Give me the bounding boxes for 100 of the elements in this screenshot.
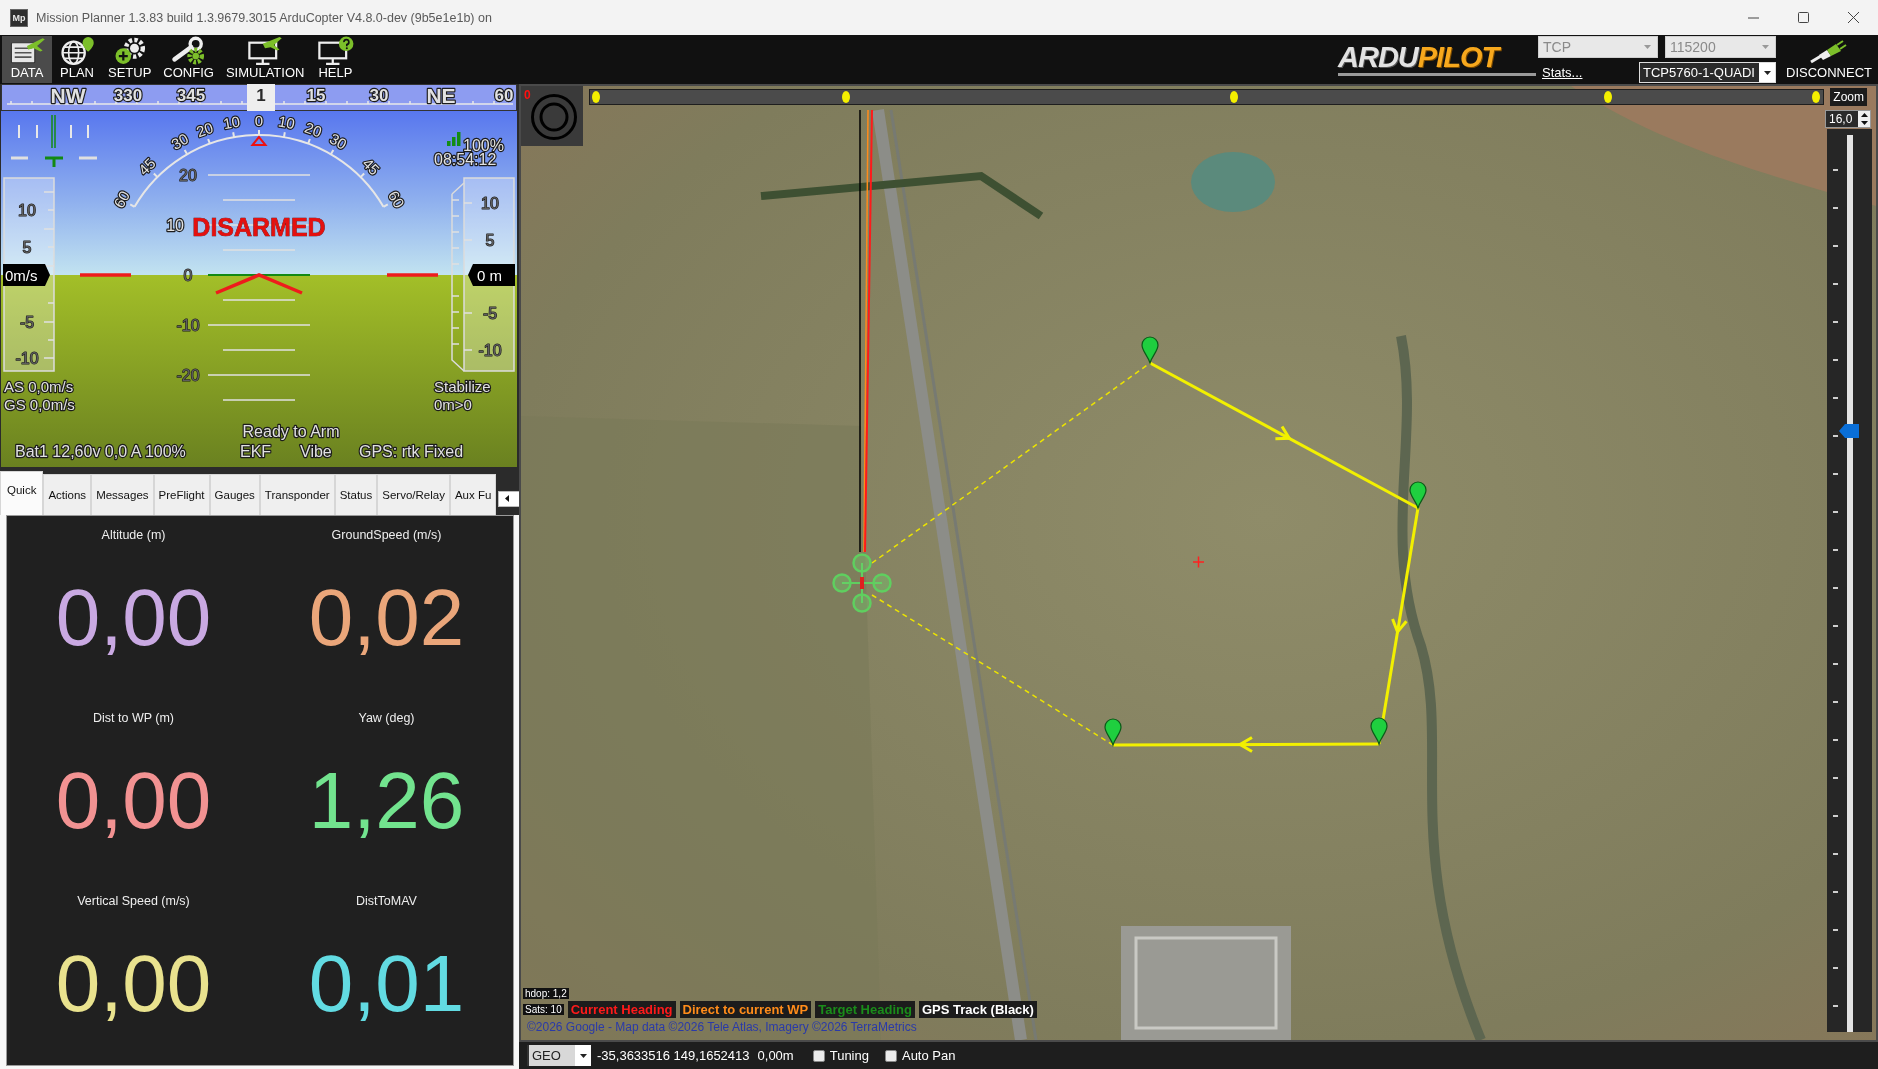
panel-tab[interactable]: Aux Fu — [449, 474, 497, 515]
checkbox[interactable] — [812, 1049, 825, 1062]
document-plane-icon — [8, 36, 46, 65]
panel-tab[interactable]: Actions — [43, 474, 92, 515]
satellites-label: Sats: 10 — [523, 1004, 564, 1015]
heading-label: NW — [50, 84, 86, 107]
checkbox-label: Auto Pan — [901, 1048, 956, 1063]
arm-status: Ready to Arm — [242, 423, 340, 440]
roll-scale-label: 30 — [326, 129, 350, 153]
maximize-icon — [1797, 12, 1809, 23]
hdop-label: hdop: 1,2 — [523, 988, 569, 999]
pitch-label: -10 — [176, 317, 200, 334]
metric-value: 0,00 — [55, 578, 212, 658]
close-icon — [1847, 12, 1859, 23]
speed-tape-label: -10 — [15, 350, 39, 367]
airspeed-text: AS 0,0m/s — [4, 378, 74, 395]
roll-scale-label: 60 — [384, 187, 408, 211]
down-arrow-icon[interactable] — [1860, 121, 1868, 125]
timeline-marker-icon — [842, 91, 851, 103]
tick-scale-icon — [9, 114, 99, 169]
zoom-label: Zoom — [1830, 88, 1867, 106]
panel-tab[interactable]: Transponder — [259, 474, 335, 515]
heading-label: 60 — [494, 86, 514, 105]
altitude-tape-label: -5 — [482, 305, 498, 322]
slider-thumb[interactable] — [1839, 424, 1859, 438]
zoom-spinbox[interactable]: 16,0 — [1825, 110, 1871, 128]
speed-tape-label: 10 — [18, 202, 36, 219]
plug-icon — [1809, 40, 1849, 64]
logo-wordmark: ARDUPILOT — [1338, 43, 1536, 76]
waypoint-pin-icon — [1141, 336, 1159, 364]
metric-label: Altitude (m) — [101, 528, 166, 542]
timeline-marker-icon — [1229, 91, 1238, 103]
panel-tab[interactable]: Status — [334, 474, 378, 515]
legend-label: Current Heading — [570, 1003, 673, 1016]
panel-tab[interactable]: Messages — [91, 474, 154, 515]
up-arrow-icon[interactable] — [1860, 113, 1868, 117]
timeline-marker-icon — [1604, 91, 1613, 103]
roll-scale-label: 45 — [134, 154, 159, 179]
checkbox[interactable] — [884, 1049, 897, 1062]
panel-tab[interactable]: Quick — [0, 471, 44, 515]
flight-mode: Stabilize — [434, 378, 491, 395]
groundspeed-text: GS 0,0m/s — [4, 396, 75, 413]
port-dropdown[interactable]: TCP5760-1-QUADI — [1639, 62, 1776, 83]
waypoint-info: 0m>0 — [434, 396, 472, 413]
airspeed-readout: 0m/s — [3, 264, 50, 286]
metric-value: 0,02 — [308, 578, 465, 658]
roll-scale-label: 0 — [254, 111, 264, 129]
status-indicator: EKF — [240, 443, 272, 460]
menu-button[interactable]: PLAN — [52, 36, 102, 83]
horizon-marker — [80, 273, 131, 277]
roll-scale-label: 20 — [302, 118, 325, 141]
signal-bars-icon — [447, 132, 461, 146]
coordinate-system-dropdown[interactable]: GEO — [527, 1045, 591, 1066]
heading-label: 15 — [306, 86, 326, 105]
checkbox-label: Tuning — [829, 1048, 869, 1063]
legend-label: Direct to current WP — [682, 1003, 809, 1016]
metric-value: 0,01 — [308, 944, 465, 1024]
mission-timeline[interactable] — [589, 89, 1824, 105]
app-logo: Mp — [10, 8, 28, 27]
altitude-tape-label: -10 — [478, 342, 502, 359]
cursor-altitude: 0,00m — [757, 1048, 794, 1063]
panel-tab[interactable]: Servo/Relay — [377, 474, 450, 515]
roll-scale-label: 45 — [359, 154, 384, 179]
heading-label: 30 — [369, 86, 389, 105]
metric-label: Dist to WP (m) — [93, 711, 174, 725]
legend-label: GPS Track (Black) — [921, 1003, 1034, 1016]
window-title: Mission Planner 1.3.83 build 1.3.9679.3015 ArduCopter V4.8.0-dev (9b5e1e1b) on — [36, 10, 493, 25]
menu-button[interactable]: HELP — [310, 36, 361, 83]
menu-button[interactable]: CONFIG — [157, 36, 220, 83]
horizon-marker — [387, 273, 438, 277]
status-indicator: Vibe — [300, 443, 332, 460]
panel-tab[interactable]: Gauges — [209, 474, 260, 515]
cursor-coordinates: -35,3633516 149,1652413 — [597, 1048, 750, 1063]
timeline-marker-icon — [592, 91, 601, 103]
menu-button[interactable]: SETUP — [102, 36, 158, 83]
menu-button[interactable]: DATA — [2, 36, 52, 83]
minimize-icon — [1747, 16, 1759, 19]
dropdown-arrow-icon — [1762, 45, 1769, 49]
metric-value: 1,26 — [308, 761, 465, 841]
roll-scale-label: 60 — [110, 187, 134, 211]
crosshair-icon — [1192, 555, 1205, 569]
disconnect-button[interactable]: DISCONNECT — [1784, 35, 1874, 84]
waypoint-pin-icon — [1370, 717, 1388, 745]
altitude-readout: 0 m — [468, 264, 515, 286]
pitch-label: 20 — [179, 167, 197, 184]
panel-tab[interactable]: PreFlight — [153, 474, 210, 515]
globe-pin-icon — [58, 36, 96, 65]
altitude-tape-label: 5 — [485, 232, 495, 249]
metric-label: DistToMAV — [356, 894, 417, 908]
menu-button[interactable]: SIMULATION — [219, 36, 311, 83]
roll-scale-label: 20 — [193, 118, 216, 141]
stats-link[interactable]: Stats... — [1542, 65, 1583, 80]
counter-label: 0 — [524, 88, 531, 102]
metric-value: 0,00 — [55, 944, 212, 1024]
gps-status: GPS: rtk Fixed — [359, 443, 464, 460]
metric-label: Vertical Speed (m/s) — [77, 894, 190, 908]
dropdown-arrow-icon — [1644, 45, 1651, 49]
metric-value: 0,00 — [55, 761, 212, 841]
dropdown-arrow-icon — [579, 1053, 587, 1058]
waypoint-pin-icon — [1409, 481, 1427, 509]
